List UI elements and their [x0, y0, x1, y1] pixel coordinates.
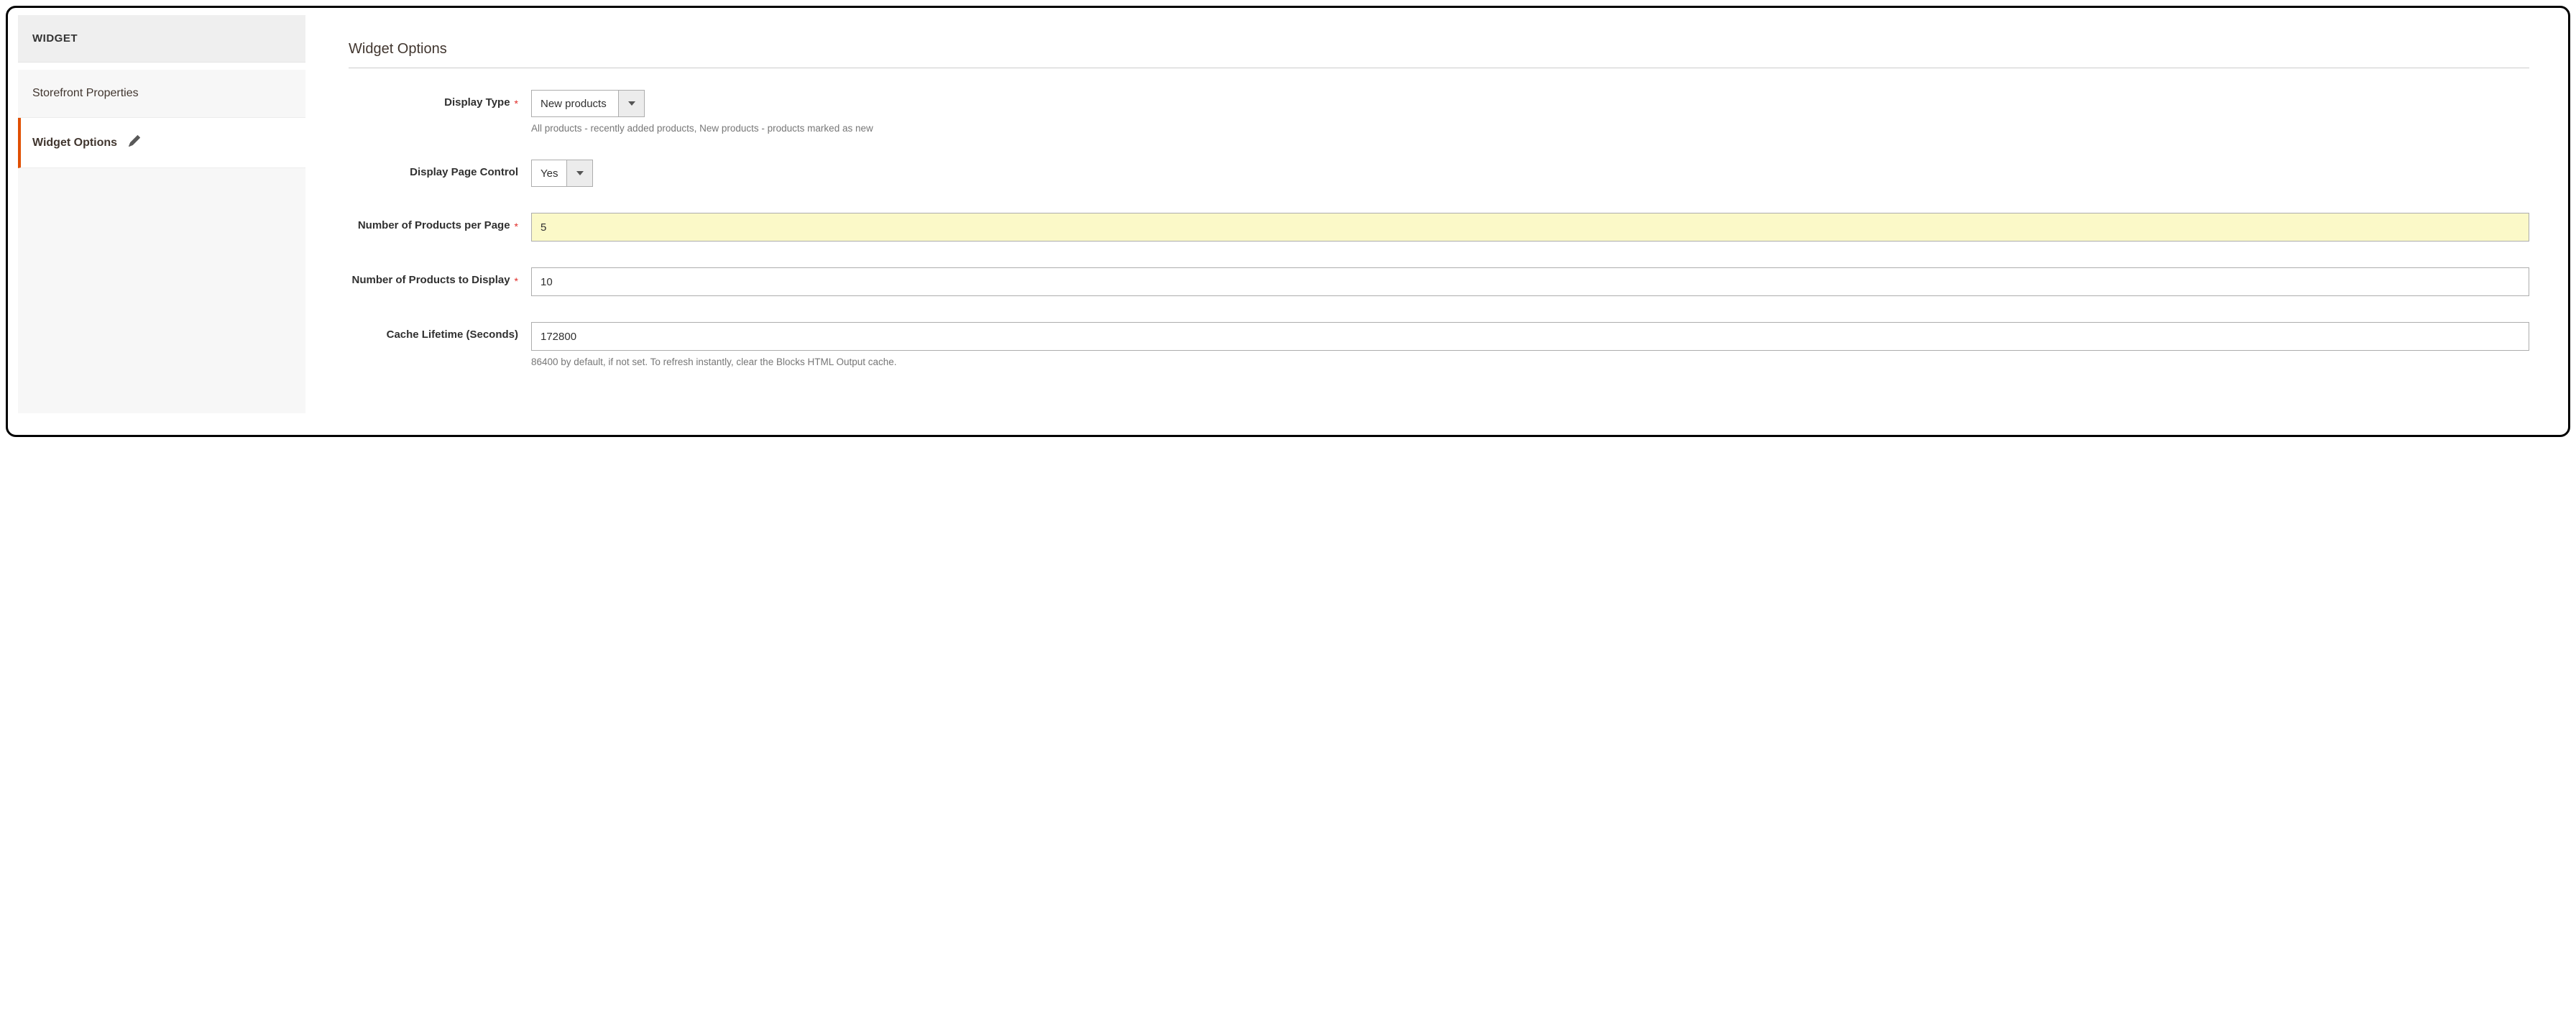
cache-lifetime-input[interactable]: [531, 322, 2529, 351]
sidebar-item-label: Widget Options: [32, 137, 117, 150]
sidebar: WIDGET Storefront Properties Widget Opti…: [18, 15, 305, 413]
sidebar-header: WIDGET: [18, 15, 305, 63]
field-row-products-per-page: Number of Products per Page *: [349, 213, 2529, 242]
sidebar-spacer: [18, 63, 305, 70]
field-label: Display Type: [444, 96, 510, 110]
required-star-icon: *: [515, 96, 518, 110]
field-col: Yes: [521, 160, 2529, 187]
field-note: 86400 by default, if not set. To refresh…: [531, 357, 2529, 367]
field-col: New products All products - recently add…: [521, 90, 2529, 134]
required-star-icon: *: [515, 273, 518, 288]
field-col: [521, 267, 2529, 296]
main-content: Widget Options Display Type * New produc…: [349, 15, 2558, 413]
required-star-icon: *: [515, 219, 518, 233]
chevron-down-icon: [566, 160, 592, 186]
label-col: Number of Products to Display *: [349, 267, 521, 288]
field-label: Display Page Control: [410, 165, 518, 180]
select-value: Yes: [532, 160, 566, 186]
label-col: Cache Lifetime (Seconds): [349, 322, 521, 342]
field-note: All products - recently added products, …: [531, 123, 2529, 134]
label-col: Number of Products per Page *: [349, 213, 521, 233]
field-col: 86400 by default, if not set. To refresh…: [521, 322, 2529, 367]
chevron-down-icon: [618, 91, 644, 116]
section-title: Widget Options: [349, 41, 2529, 68]
sidebar-item-widget-options[interactable]: Widget Options: [18, 118, 305, 168]
field-label: Cache Lifetime (Seconds): [387, 328, 518, 342]
field-row-display-type: Display Type * New products All products…: [349, 90, 2529, 134]
field-row-products-to-display: Number of Products to Display *: [349, 267, 2529, 296]
field-row-cache-lifetime: Cache Lifetime (Seconds) 86400 by defaul…: [349, 322, 2529, 367]
display-page-control-select[interactable]: Yes: [531, 160, 593, 187]
products-per-page-input[interactable]: [531, 213, 2529, 242]
field-row-display-page-control: Display Page Control Yes: [349, 160, 2529, 187]
field-col: [521, 213, 2529, 242]
edit-icon: [129, 135, 140, 150]
field-label: Number of Products per Page: [358, 219, 510, 233]
widget-config-panel: WIDGET Storefront Properties Widget Opti…: [6, 6, 2570, 437]
sidebar-item-storefront-properties[interactable]: Storefront Properties: [18, 70, 305, 118]
sidebar-item-label: Storefront Properties: [32, 87, 139, 99]
label-col: Display Type *: [349, 90, 521, 110]
display-type-select[interactable]: New products: [531, 90, 645, 117]
products-to-display-input[interactable]: [531, 267, 2529, 296]
select-value: New products: [532, 91, 618, 116]
field-label: Number of Products to Display: [352, 273, 510, 288]
label-col: Display Page Control: [349, 160, 521, 180]
